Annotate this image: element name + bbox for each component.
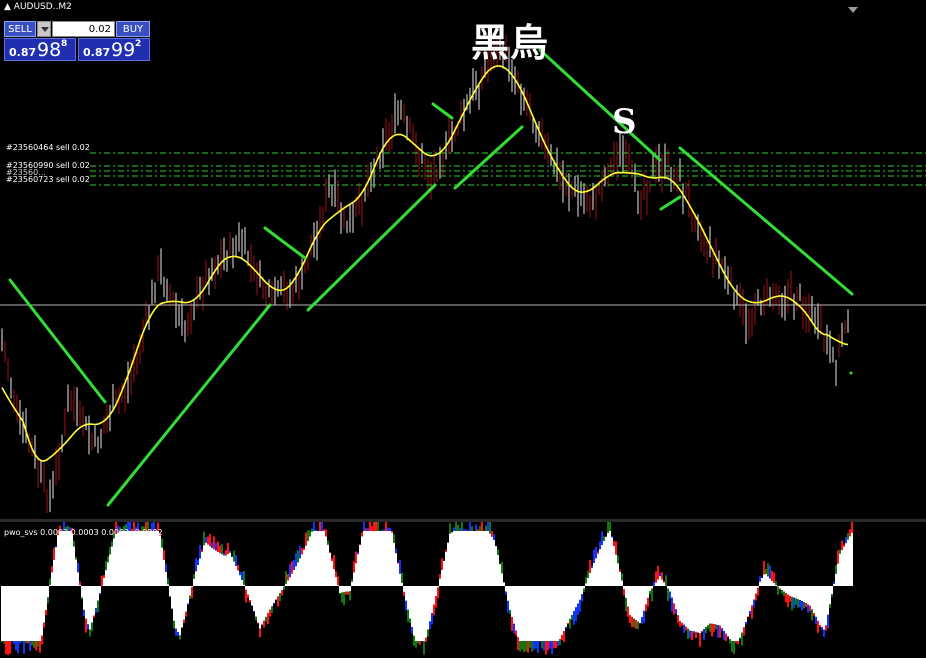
lot-size-input[interactable]: 0.02 [52,21,115,37]
trend-line [8,278,107,404]
order-lines [90,152,926,186]
annotation-black-crows: 黑烏 [471,20,550,65]
trend-line [659,195,682,211]
annotation-s: S [612,102,637,142]
order-label[interactable]: #23560464 sell 0.02 [6,143,90,152]
trend-line [106,303,272,507]
moving-average-line [1,65,849,462]
lot-dropdown-icon[interactable] [37,21,51,37]
indicator-chart[interactable] [0,522,926,658]
bid-price-fraction: 8 [61,39,68,49]
ask-price-fraction: 2 [135,39,142,49]
chart-title: ▲ AUDUSD..M2 [4,2,72,12]
trend-line [306,183,437,312]
indicator-histogram [1,522,853,655]
trend-line [453,125,524,190]
indicator-title: pwo_svs 0.0002 0.0003 0.0002 -0.0002 [4,528,163,537]
bid-price-pips: 98 [37,39,62,61]
bid-price[interactable]: 0.87 98 8 [4,38,76,61]
price-chart[interactable] [0,0,926,519]
price-bars [1,32,849,514]
trend-dot [849,371,853,375]
bid-price-prefix: 0.87 [9,46,37,59]
ask-price-prefix: 0.87 [83,46,111,59]
one-click-trading-panel: SELL 0.02 BUY 0.87 98 8 0.87 99 2 [4,21,150,61]
order-label[interactable]: #23560723 sell 0.02 [6,175,90,184]
trend-line [538,48,662,162]
sell-button[interactable]: SELL [4,21,36,37]
ask-price[interactable]: 0.87 99 2 [78,38,150,61]
trend-line [431,102,454,120]
trend-line [678,146,854,296]
trend-line [263,226,307,260]
ask-price-pips: 99 [111,39,136,61]
buy-button[interactable]: BUY [116,21,150,37]
